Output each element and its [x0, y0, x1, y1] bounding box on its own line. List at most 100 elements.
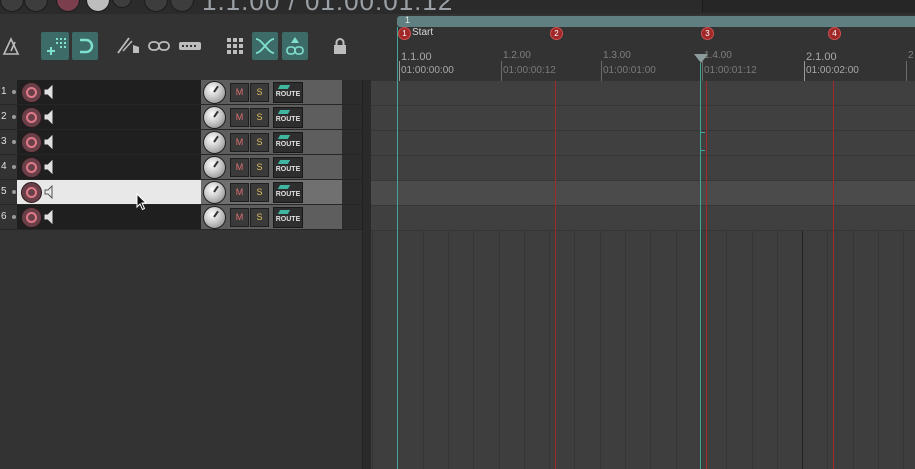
- marker-2[interactable]: 2: [550, 27, 563, 40]
- ruler-time-label: 01:00:01:00: [603, 65, 656, 76]
- mute-button[interactable]: M: [230, 83, 249, 102]
- ripple-edit-icon[interactable]: [114, 32, 144, 60]
- marker-label-start: Start: [412, 27, 434, 38]
- marker-line: [706, 81, 707, 469]
- ruler-tick: [906, 61, 907, 81]
- track-folder-dot-icon[interactable]: [12, 190, 16, 194]
- solo-button[interactable]: S: [250, 183, 269, 202]
- region-label: 1: [405, 15, 411, 25]
- route-button[interactable]: ROUTE: [273, 207, 303, 228]
- volume-knob[interactable]: [203, 106, 226, 129]
- ruler-beat-label: 1.2.00: [503, 50, 531, 61]
- repeat-button[interactable]: [112, 0, 132, 8]
- arrange-view[interactable]: 1 Start 1 2 3 4 1.1.00 01:00:00:00 1.2.00 01:0…: [371, 14, 915, 469]
- track-meter: [342, 155, 362, 179]
- transport-button[interactable]: [144, 0, 168, 12]
- crossfade-icon[interactable]: [252, 32, 278, 60]
- ruler-time-label: 01:00:02:00: [806, 65, 859, 76]
- timeline-ruler[interactable]: 1.1.00 01:00:00:00 1.2.00 01:00:00:12 1.3.00…: [371, 41, 915, 82]
- link-icon[interactable]: [147, 32, 171, 60]
- route-button[interactable]: ROUTE: [273, 107, 303, 128]
- solo-button[interactable]: S: [250, 108, 269, 127]
- transport-bar: 1.1.00 / 01:00:01:12: [0, 0, 915, 14]
- info-box: [702, 0, 915, 12]
- track-row[interactable]: 6 M S ROUTE: [0, 205, 362, 230]
- solo-button[interactable]: S: [250, 158, 269, 177]
- speaker-icon[interactable]: [44, 135, 56, 149]
- track-lanes[interactable]: [371, 81, 915, 469]
- transport-button[interactable]: [0, 0, 24, 12]
- mouse-cursor-icon: [136, 193, 148, 211]
- grid-snap-icon[interactable]: [41, 32, 69, 60]
- track-meter: [342, 130, 362, 154]
- speaker-icon[interactable]: [44, 210, 56, 224]
- time-display: 1.1.00 / 01:00:01:12: [202, 0, 453, 14]
- grid-icon[interactable]: [225, 32, 247, 60]
- record-button[interactable]: [56, 0, 80, 12]
- record-arm-button[interactable]: [21, 182, 42, 203]
- ruler-beat-label: 1.4.00: [704, 50, 732, 61]
- route-button[interactable]: ROUTE: [273, 157, 303, 178]
- marker-4[interactable]: 4: [828, 27, 841, 40]
- marker-3[interactable]: 3: [701, 27, 714, 40]
- route-button[interactable]: ROUTE: [273, 182, 303, 203]
- solo-button[interactable]: S: [250, 133, 269, 152]
- track-row[interactable]: 3 M S ROUTE: [0, 130, 362, 155]
- speaker-icon[interactable]: [44, 110, 56, 124]
- volume-knob[interactable]: [203, 81, 226, 104]
- track-meter: [342, 180, 362, 204]
- volume-knob[interactable]: [203, 156, 226, 179]
- toolbar: [0, 14, 370, 80]
- track-row[interactable]: 1 M S ROUTE: [0, 80, 362, 105]
- region-start-line: [397, 27, 398, 469]
- edit-cursor-line: [700, 63, 701, 469]
- track-meter: [342, 205, 362, 229]
- lock-icon[interactable]: [330, 32, 350, 60]
- razor-icon[interactable]: [177, 32, 203, 60]
- track-folder-dot-icon[interactable]: [12, 140, 16, 144]
- marker-1[interactable]: 1: [398, 27, 411, 40]
- transport-button[interactable]: [170, 0, 194, 12]
- mute-button[interactable]: M: [230, 158, 249, 177]
- mute-button[interactable]: M: [230, 183, 249, 202]
- record-arm-button[interactable]: [21, 82, 42, 103]
- ruler-tick: [501, 61, 502, 81]
- record-arm-button[interactable]: [21, 207, 42, 228]
- track-folder-dot-icon[interactable]: [12, 90, 16, 94]
- mute-button[interactable]: M: [230, 208, 249, 227]
- volume-knob[interactable]: [203, 131, 226, 154]
- track-meter: [342, 80, 362, 104]
- marker-lane[interactable]: Start 1 2 3 4: [371, 27, 915, 41]
- mute-button[interactable]: M: [230, 108, 249, 127]
- route-button[interactable]: ROUTE: [273, 82, 303, 103]
- volume-knob[interactable]: [203, 206, 226, 229]
- solo-button[interactable]: S: [250, 83, 269, 102]
- speaker-icon[interactable]: [44, 160, 56, 174]
- region-bar[interactable]: 1: [397, 15, 915, 27]
- route-button[interactable]: ROUTE: [273, 132, 303, 153]
- metronome-icon[interactable]: [0, 32, 22, 60]
- track-folder-dot-icon[interactable]: [12, 215, 16, 219]
- marker-line: [833, 81, 834, 469]
- mute-button[interactable]: M: [230, 133, 249, 152]
- track-folder-dot-icon[interactable]: [12, 115, 16, 119]
- volume-knob[interactable]: [203, 181, 226, 204]
- ruler-tick: [601, 61, 602, 81]
- speaker-outline-icon[interactable]: [44, 185, 56, 199]
- ruler-beat-label: 2: [908, 50, 914, 61]
- transport-button[interactable]: [24, 0, 48, 12]
- record-arm-button[interactable]: [21, 157, 42, 178]
- speaker-icon[interactable]: [44, 85, 56, 99]
- playhead-marker[interactable]: [694, 54, 708, 63]
- record-arm-button[interactable]: [21, 107, 42, 128]
- ruler-tick: [804, 61, 805, 81]
- magnet-snap-icon[interactable]: [72, 32, 98, 60]
- solo-button[interactable]: S: [250, 208, 269, 227]
- track-folder-dot-icon[interactable]: [12, 165, 16, 169]
- record-arm-button[interactable]: [21, 132, 42, 153]
- play-button[interactable]: [86, 0, 110, 12]
- track-row[interactable]: 5 M S ROUTE: [0, 180, 362, 205]
- item-grouping-icon[interactable]: [282, 32, 308, 60]
- track-row[interactable]: 4 M S ROUTE: [0, 155, 362, 180]
- track-row[interactable]: 2 M S ROUTE: [0, 105, 362, 130]
